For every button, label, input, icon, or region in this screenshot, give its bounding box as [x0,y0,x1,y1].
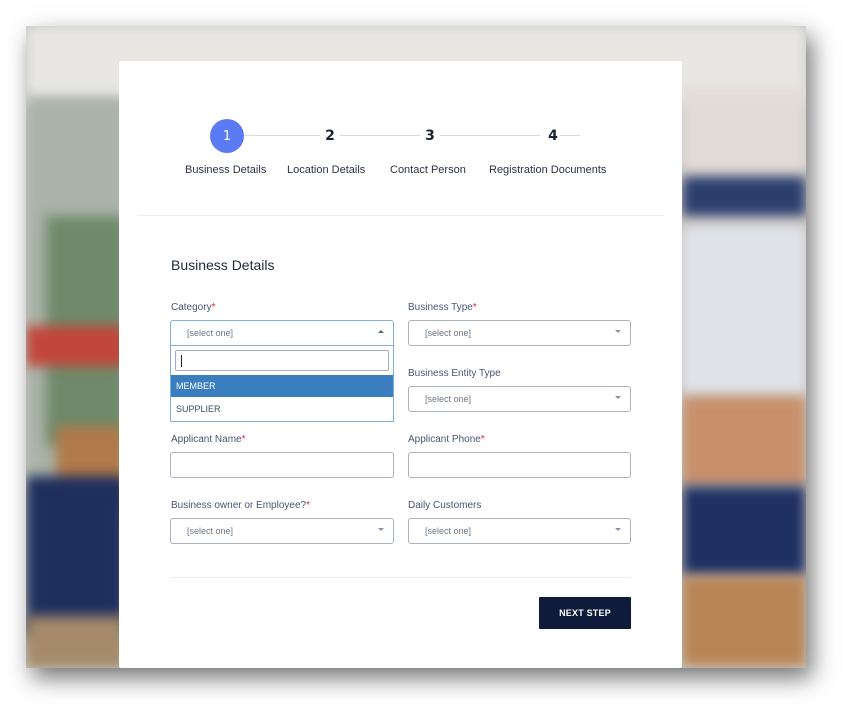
applicant-name-label: Applicant Name* [171,434,246,445]
chevron-down-icon [615,528,621,531]
chevron-up-icon [378,330,384,333]
category-option-supplier[interactable]: SUPPLIER [171,398,393,420]
business-type-select[interactable]: [select one] [408,320,631,346]
category-search-input[interactable] [175,350,389,371]
business-entity-type-select-value: [select one] [425,394,472,404]
business-entity-type-label: Business Entity Type [408,368,501,379]
applicant-phone-input[interactable] [408,452,631,478]
chevron-down-icon [378,528,384,531]
footer-divider [171,577,631,578]
daily-customers-label: Daily Customers [408,500,482,511]
text-cursor [181,355,182,367]
business-entity-type-select[interactable]: [select one] [408,386,631,412]
section-title: Business Details [171,257,275,273]
category-dropdown: MEMBER SUPPLIER [170,346,394,422]
category-label: Category* [171,302,216,313]
daily-customers-select[interactable]: [select one] [408,518,631,544]
chevron-down-icon [615,396,621,399]
category-select[interactable]: [select one] [170,320,394,346]
next-step-button[interactable]: NEXT STEP [539,597,631,629]
owner-or-employee-select[interactable]: [select one] [170,518,394,544]
step-3-indicator[interactable]: 3 [420,128,440,144]
step-2-indicator[interactable]: 2 [320,128,340,144]
daily-customers-select-value: [select one] [425,526,472,536]
stepper-connector [560,135,580,136]
step-3-label: Contact Person [390,164,466,176]
stepper-connector [440,135,540,136]
step-4-indicator[interactable]: 4 [543,128,563,144]
chevron-down-icon [615,330,621,333]
step-1-indicator[interactable]: 1 [210,119,244,153]
business-type-label: Business Type* [408,302,477,313]
step-2-label: Location Details [287,164,366,176]
category-select-value: [select one] [187,328,234,338]
step-1-label: Business Details [185,164,267,176]
applicant-name-input[interactable] [170,452,394,478]
header-divider [137,215,664,216]
stepper-connector [244,135,320,136]
applicant-phone-label: Applicant Phone* [408,434,485,445]
stepper-connector [340,135,420,136]
business-type-select-value: [select one] [425,328,472,338]
step-4-label: Registration Documents [489,164,607,176]
owner-or-employee-select-value: [select one] [187,526,234,536]
owner-or-employee-label: Business owner or Employee?* [171,500,310,511]
category-option-member[interactable]: MEMBER [171,375,393,397]
